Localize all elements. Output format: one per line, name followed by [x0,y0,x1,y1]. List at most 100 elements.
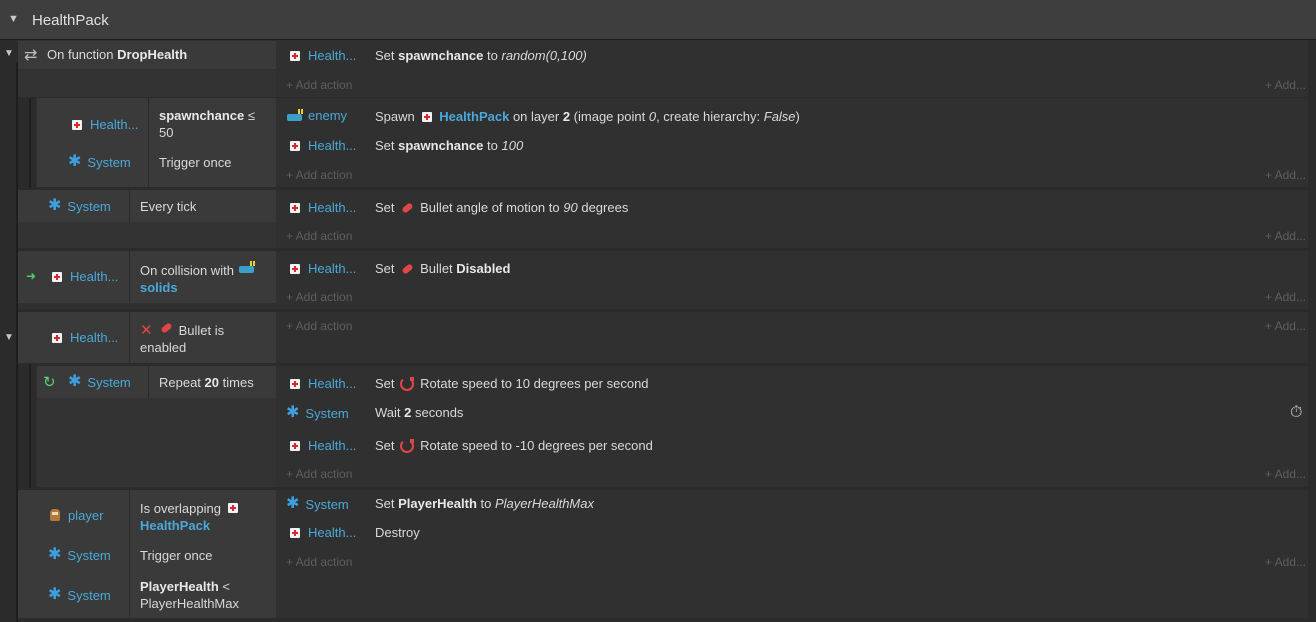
bullet-behavior-icon [400,262,414,276]
add-more-link[interactable]: + Add... [1265,467,1306,481]
player-icon [48,507,62,523]
gear-icon: ✱ [48,197,62,214]
healthpack-icon [290,440,300,451]
gear-icon: ✱ [48,586,62,603]
function-label: On function DropHealth [47,47,188,62]
action-text[interactable]: Set spawnchance to random(0,100) [375,48,587,63]
action-text[interactable]: Set spawnchance to 100 [375,138,523,153]
tree-line [29,98,31,188]
condition-object[interactable]: Health... [52,269,118,284]
divider [148,366,149,398]
condition-text[interactable]: Repeat 20 times [159,374,254,391]
healthpack-icon [228,503,239,513]
healthpack-icon [290,140,300,151]
group-title: HealthPack [32,12,109,29]
add-more-link[interactable]: + Add... [1265,229,1306,243]
conditions-pane[interactable] [37,398,276,487]
add-more-link[interactable]: + Add... [1265,319,1306,333]
add-action-link[interactable]: + Add action [286,467,352,481]
add-more-link[interactable]: + Add... [1265,168,1306,182]
gear-icon: ✱ [68,153,82,170]
action-object[interactable]: Health... [290,200,356,215]
healthpack-icon [72,119,82,130]
action-object[interactable]: Health... [290,48,356,63]
healthpack-icon [290,202,300,213]
function-icon: ⇄ [24,47,38,64]
condition-text[interactable]: On collision with solids [140,261,270,296]
condition-text[interactable]: Trigger once [159,154,232,171]
divider [129,312,130,363]
condition-text[interactable]: ✕ Bullet is enabled [140,321,270,356]
event-collapse-icon[interactable]: ▼ [4,48,14,59]
action-object[interactable]: enemy [286,108,347,123]
condition-object[interactable]: ✱ System [48,547,111,563]
trigger-arrow-icon: ➜ [26,269,37,283]
action-object[interactable]: Health... [290,376,356,391]
condition-object[interactable]: ✱ System [48,587,111,603]
action-text[interactable]: Set Rotate speed to -10 degrees per seco… [375,438,653,453]
condition-object[interactable]: Health... [52,330,118,345]
group-header[interactable]: ▼ HealthPack [0,0,1316,40]
add-action-link[interactable]: + Add action [286,290,352,304]
action-text[interactable]: Wait 2 seconds [375,405,463,420]
condition-object[interactable]: ✱ System [48,198,111,214]
action-text[interactable]: Spawn HealthPack on layer 2 (image point… [375,109,800,124]
add-action-link[interactable]: + Add action [286,168,352,182]
collapse-triangle-icon[interactable]: ▼ [8,13,19,25]
healthpack-icon [52,271,62,282]
tree-line [29,364,31,488]
bullet-behavior-icon [159,321,173,335]
conditions-pane[interactable] [18,70,276,97]
invert-x-icon: ✕ [140,322,153,339]
condition-text[interactable]: PlayerHealth < PlayerHealthMax [140,578,270,612]
divider [148,98,149,187]
gear-icon: ✱ [68,373,82,390]
event-collapse-icon[interactable]: ▼ [4,332,14,343]
action-text[interactable]: Set Bullet angle of motion to 90 degrees [375,200,628,215]
action-object[interactable]: Health... [290,525,356,540]
enemy-icon [286,108,304,123]
condition-object[interactable]: player [48,507,103,523]
action-text[interactable]: Destroy [375,525,420,540]
condition-text[interactable]: Trigger once [140,547,213,564]
rotate-behavior-icon [400,438,415,453]
condition-object[interactable]: ✱ System [68,374,131,390]
healthpack-icon [290,527,300,538]
add-action-link[interactable]: + Add action [286,229,352,243]
add-more-link[interactable]: + Add... [1265,290,1306,304]
action-text[interactable]: Set PlayerHealth to PlayerHealthMax [375,496,594,511]
gear-icon: ✱ [286,495,300,512]
add-more-link[interactable]: + Add... [1265,78,1306,92]
rotate-behavior-icon [400,376,415,391]
add-more-link[interactable]: + Add... [1265,555,1306,569]
conditions-pane[interactable] [18,222,276,248]
condition-text[interactable]: Every tick [140,198,196,215]
bullet-behavior-icon [400,201,414,215]
healthpack-icon [52,332,62,343]
action-object[interactable]: Health... [290,138,356,153]
healthpack-icon [290,378,300,389]
action-text[interactable]: Set Bullet Disabled [375,261,510,276]
action-object[interactable]: ✱ System [286,405,349,421]
action-object[interactable]: Health... [290,438,356,453]
add-action-link[interactable]: + Add action [286,319,352,333]
condition-text[interactable]: spawnchance ≤ 50 [159,107,269,141]
solids-icon [238,261,256,275]
condition-object[interactable]: ✱ System [68,154,131,170]
healthpack-icon [421,111,432,122]
add-action-link[interactable]: + Add action [286,78,352,92]
divider [129,490,130,618]
action-object[interactable]: Health... [290,261,356,276]
condition-object[interactable]: Health... [72,117,138,132]
loop-icon: ↻ [43,374,56,391]
divider [129,251,130,303]
condition-text[interactable]: Is overlapping HealthPack [140,500,270,534]
action-text[interactable]: Set Rotate speed to 10 degrees per secon… [375,376,649,391]
add-action-link[interactable]: + Add action [286,555,352,569]
gear-icon: ✱ [286,404,300,421]
healthpack-icon [290,50,300,61]
stopwatch-icon: ⏱ [1290,404,1303,421]
action-object[interactable]: ✱ System [286,496,349,512]
gear-icon: ✱ [48,546,62,563]
healthpack-icon [290,263,300,274]
